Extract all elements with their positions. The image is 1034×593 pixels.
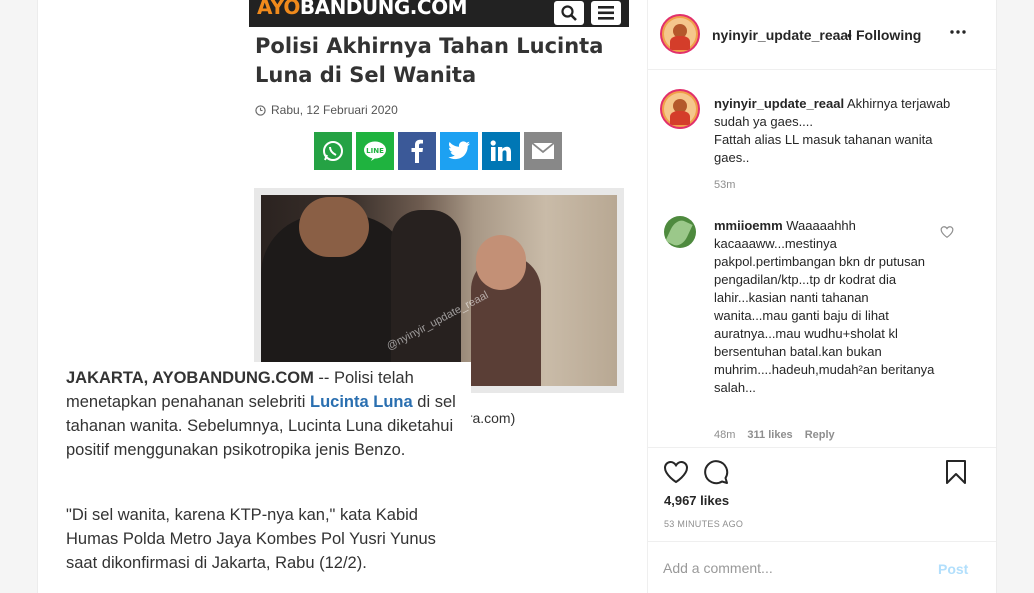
reply-button[interactable]: Reply (805, 429, 835, 441)
article-photo-image: @nyinyir_update_reaal (261, 195, 617, 386)
linkedin-icon (482, 132, 520, 170)
post-comment-button[interactable]: Post (938, 561, 968, 577)
site-menu-icon (591, 1, 621, 25)
comment-avatar[interactable] (664, 216, 696, 248)
instagram-post-panel: nyinyir_update_reaal • Following nyinyir… (647, 0, 997, 593)
article-headline: Polisi Akhirnya Tahan Lucinta Luna di Se… (255, 34, 604, 87)
comment-meta: 48m 311 likes Reply (714, 429, 835, 441)
comment-input[interactable] (663, 560, 913, 576)
caption-username[interactable]: nyinyir_update_reaal (714, 96, 844, 111)
post-username[interactable]: nyinyir_update_reaal (712, 27, 852, 43)
site-header: AYOBANDUNG.COM (249, 0, 629, 27)
save-bookmark-icon[interactable] (942, 458, 970, 486)
caption-timestamp: 53m (714, 179, 736, 191)
right-backdrop (996, 0, 1034, 593)
comment-timestamp: 48m (714, 429, 736, 441)
left-backdrop (0, 0, 38, 593)
like-count[interactable]: 4,967 likes (664, 493, 729, 508)
twitter-icon (440, 132, 478, 170)
more-options-icon[interactable] (948, 22, 968, 42)
article-paragraph-2: "Di sel wanita, karena KTP-nya kan," kat… (66, 506, 436, 572)
clock-icon (255, 104, 266, 116)
article-date-text: Rabu, 12 Februari 2020 (271, 103, 398, 117)
comment-like-icon[interactable] (940, 225, 954, 239)
svg-text:LINE: LINE (366, 147, 384, 155)
caption-avatar[interactable] (660, 89, 700, 129)
post-caption: nyinyir_update_reaal Akhirnya terjawab s… (714, 96, 951, 165)
whatsapp-icon (314, 132, 352, 170)
comment: mmiioemm Waaaaahhh kacaaaww...mestinya p… (714, 218, 935, 395)
site-search-icon (554, 1, 584, 25)
article-name-link: Lucinta Luna (310, 393, 413, 411)
separator-dot: • (847, 27, 852, 43)
comments-section[interactable]: nyinyir_update_reaal Akhirnya terjawab s… (648, 71, 997, 446)
article-paragraph-1: JAKARTA, AYOBANDUNG.COM -- Polisi telah … (66, 369, 456, 459)
post-timestamp: 53 MINUTES AGO (664, 519, 744, 529)
avatar[interactable] (660, 14, 700, 54)
comment-username[interactable]: mmiioemm (714, 218, 783, 233)
post-header: nyinyir_update_reaal • Following (648, 0, 997, 70)
post-actions: 4,967 likes 53 MINUTES AGO (648, 447, 997, 541)
comment-likes[interactable]: 311 likes (747, 429, 792, 441)
facebook-icon (398, 132, 436, 170)
post-image: AYOBANDUNG.COM Polisi Akhirnya Tahan Luc… (38, 0, 646, 593)
add-comment-bar: Post (648, 541, 997, 593)
article-body: JAKARTA, AYOBANDUNG.COM -- Polisi telah … (66, 362, 471, 593)
article-date: Rabu, 12 Februari 2020 (255, 103, 398, 117)
email-icon (524, 132, 562, 170)
site-logo: AYOBANDUNG.COM (257, 0, 467, 19)
line-icon: LINE (356, 132, 394, 170)
article-dateline: JAKARTA, AYOBANDUNG.COM (66, 369, 314, 387)
share-buttons: LINE (314, 132, 562, 170)
like-heart-icon[interactable] (662, 458, 690, 486)
following-button[interactable]: Following (856, 27, 921, 43)
comment-bubble-icon[interactable] (702, 458, 730, 486)
